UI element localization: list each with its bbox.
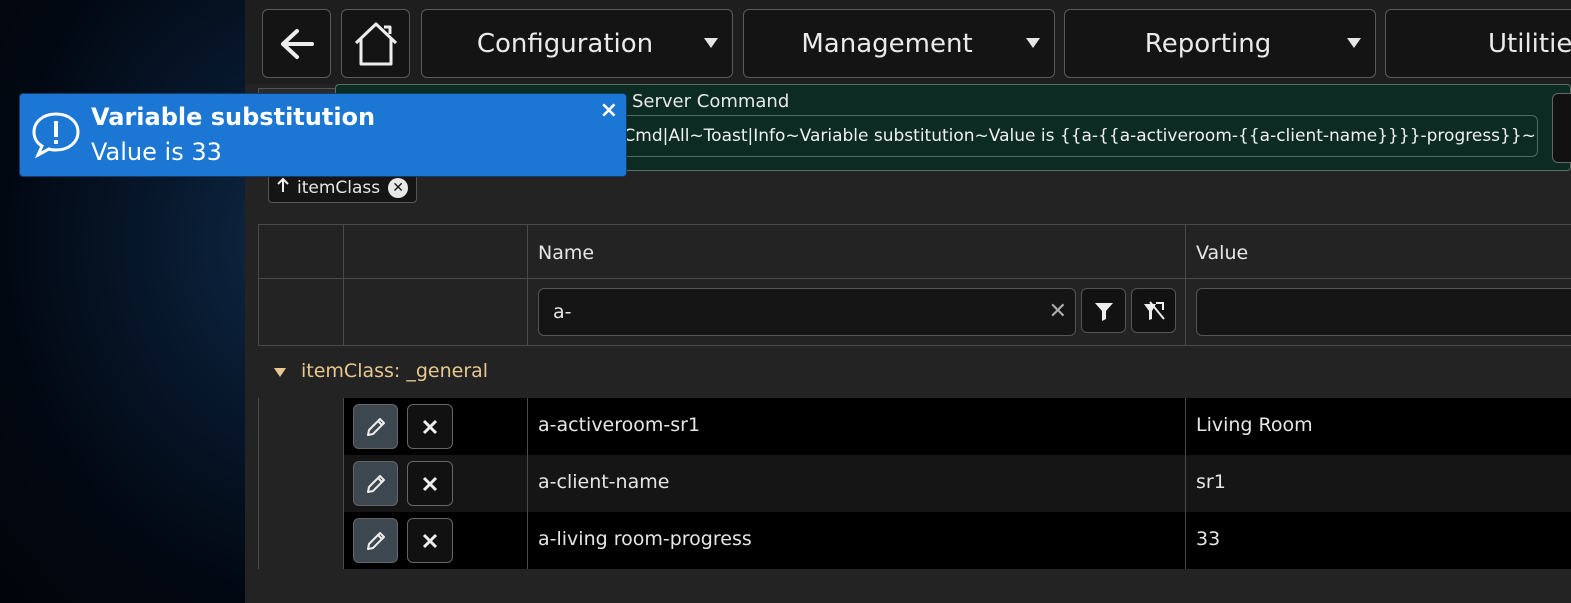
menu-reporting[interactable]: Reporting [1064,9,1376,78]
info-message-icon [30,110,82,162]
server-command-send-button[interactable] [1552,93,1571,163]
grid-divider [527,224,528,345]
arrow-left-icon [280,28,314,59]
menu-utilities[interactable]: Utilities [1385,9,1571,78]
table-row[interactable]: a-activeroom-sr1 Living Room [344,398,1571,455]
pencil-icon [366,417,385,436]
close-icon [422,419,438,434]
data-grid: Name Value a- ✕ itemClass: _general a-ac… [258,224,1571,569]
delete-button[interactable] [407,518,453,563]
delete-button[interactable] [407,404,453,449]
toast-notification: Variable substitution Value is 33 × [19,93,627,177]
background-left [0,0,258,603]
grid-divider [1185,398,1186,569]
value-filter-input[interactable] [1196,288,1571,336]
filter-button[interactable] [1081,288,1126,333]
home-icon [354,22,397,65]
menu-reporting-label: Reporting [1144,28,1272,59]
edit-button[interactable] [353,461,398,506]
grid-divider [343,224,344,345]
menu-management-label: Management [801,28,973,59]
menu-configuration-label: Configuration [476,28,654,59]
name-filter-value: a- [553,301,572,323]
top-nav: Configuration Management Reporting Utili… [245,0,1571,84]
group-chip-label: itemClass [297,177,381,198]
chevron-down-icon [704,38,718,48]
column-header-value[interactable]: Value [1196,242,1248,264]
chevron-down-icon [1347,38,1361,48]
menu-configuration[interactable]: Configuration [421,9,733,78]
arrow-up-icon [277,177,289,198]
clear-icon[interactable]: ✕ [1049,289,1067,335]
filter-icon [1094,302,1113,321]
group-row-label: itemClass: _general [301,360,489,382]
grid-divider [258,278,1571,279]
row-name: a-living room-progress [538,528,752,550]
clear-filter-button[interactable] [1131,288,1176,333]
toast-title: Variable substitution [91,103,376,131]
row-value: sr1 [1196,471,1226,493]
pencil-icon [366,531,385,550]
remove-group-icon[interactable]: ✕ [388,177,409,198]
menu-utilities-label: Utilities [1488,28,1571,59]
caret-down-icon[interactable] [274,368,286,377]
server-command-title: Server Command [632,91,790,112]
group-by-bar: itemClass ✕ [258,172,1571,224]
delete-button[interactable] [407,461,453,506]
row-name: a-activeroom-sr1 [538,414,701,436]
edit-button[interactable] [353,404,398,449]
edit-button[interactable] [353,518,398,563]
column-header-name[interactable]: Name [538,242,594,264]
grid-divider [258,224,1571,225]
name-filter-input[interactable]: a- ✕ [538,288,1076,336]
server-command-input[interactable]: oCmd|All~Toast|Info~Variable substitutio… [612,115,1538,157]
table-row[interactable]: a-client-name sr1 [344,455,1571,512]
home-button[interactable] [341,9,410,78]
back-button[interactable] [262,9,331,78]
close-icon [422,533,438,548]
toast-body: Value is 33 [91,138,222,166]
grid-divider [527,398,528,569]
filter-clear-icon [1143,300,1165,320]
toast-close-button[interactable]: × [600,98,618,123]
row-name: a-client-name [538,471,670,493]
grid-divider [1185,224,1186,345]
close-icon [422,476,438,491]
chevron-down-icon [1026,38,1040,48]
pencil-icon [366,474,385,493]
row-value: Living Room [1196,414,1313,436]
group-row[interactable]: itemClass: _general [258,346,1571,398]
table-row[interactable]: a-living room-progress 33 [344,512,1571,569]
row-value: 33 [1196,528,1221,550]
menu-management[interactable]: Management [743,9,1055,78]
